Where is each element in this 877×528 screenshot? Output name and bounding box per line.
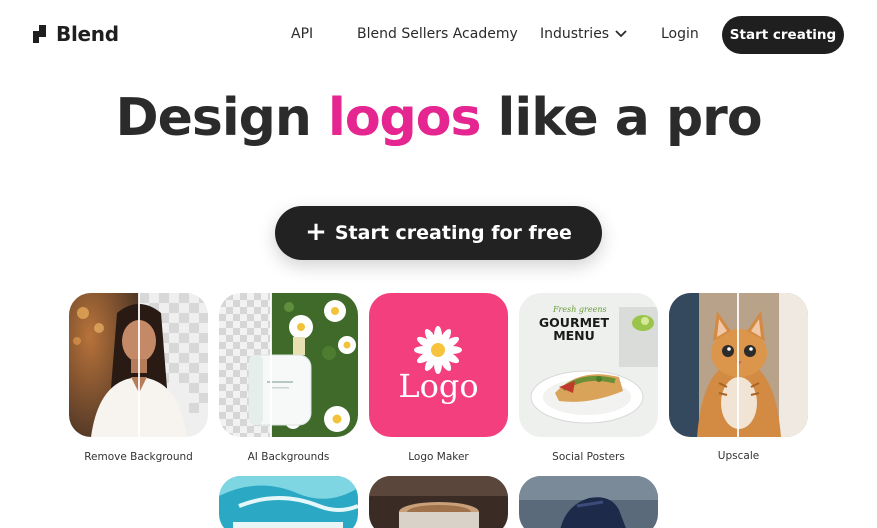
tool-label-ai-backgrounds[interactable]: AI Backgrounds xyxy=(219,451,358,463)
nav-login[interactable]: Login xyxy=(661,26,699,42)
plus-icon: + xyxy=(305,216,327,247)
coffee-image xyxy=(369,476,508,528)
tool-tile-ai-backgrounds[interactable] xyxy=(219,293,358,437)
sneaker-image xyxy=(519,476,658,528)
hero-title: Design logos like a pro xyxy=(0,88,877,148)
ai-backgrounds-image xyxy=(248,293,358,437)
tool-tile-logo-maker[interactable]: Logo xyxy=(369,293,508,437)
tool-label-upscale[interactable]: Upscale xyxy=(669,450,808,462)
tool-label-logo-maker[interactable]: Logo Maker xyxy=(369,451,508,463)
water-poster-image xyxy=(219,476,358,528)
tool-label-remove-background[interactable]: Remove Background xyxy=(69,451,208,463)
hero-title-after: like a pro xyxy=(480,88,763,148)
logo-sample-text: Logo xyxy=(398,367,479,405)
chevron-down-icon xyxy=(615,30,627,38)
start-creating-free-button[interactable]: + Start creating for free xyxy=(275,206,602,260)
tool-tile-row2-water[interactable] xyxy=(219,476,358,528)
nav-sellers-academy[interactable]: Blend Sellers Academy xyxy=(357,26,518,42)
hero-title-accent: logos xyxy=(328,88,481,148)
site-header: Blend API Blend Sellers Academy Industri… xyxy=(0,0,877,70)
hero-title-before: Design xyxy=(115,88,328,148)
start-creating-button[interactable]: Start creating xyxy=(722,16,844,54)
tool-tile-row2-sneaker[interactable] xyxy=(519,476,658,528)
flower-icon xyxy=(414,326,462,374)
tool-tile-row2-coffee[interactable] xyxy=(369,476,508,528)
cta-label: Start creating for free xyxy=(334,222,572,244)
comparison-divider[interactable] xyxy=(270,293,272,437)
brand-name: Blend xyxy=(56,22,119,46)
tool-label-social-posters[interactable]: Social Posters xyxy=(519,451,658,463)
comparison-divider[interactable] xyxy=(138,293,140,437)
nav-api[interactable]: API xyxy=(291,26,313,42)
poster-title-text: GOURMET MENU xyxy=(538,315,610,343)
nav-industries[interactable]: Industries xyxy=(540,26,627,42)
nav-industries-label: Industries xyxy=(540,26,610,42)
blend-logo-icon xyxy=(33,25,46,43)
tool-tile-remove-background[interactable] xyxy=(69,293,208,437)
comparison-divider[interactable] xyxy=(737,293,739,437)
tool-tile-social-posters[interactable]: Fresh greens GOURMET MENU xyxy=(519,293,658,437)
tool-tile-upscale[interactable] xyxy=(669,293,808,437)
poster-script-text: Fresh greens xyxy=(553,305,607,314)
brand-logo[interactable]: Blend xyxy=(32,22,119,46)
